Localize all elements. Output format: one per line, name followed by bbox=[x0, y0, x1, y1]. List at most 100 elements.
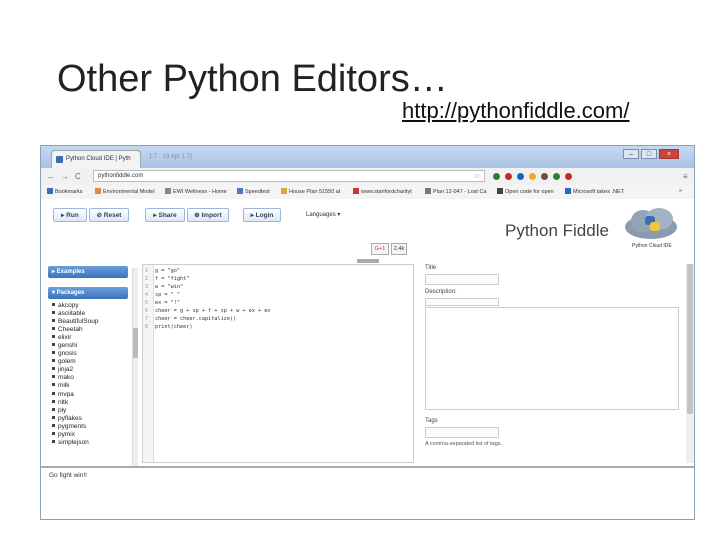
package-item[interactable]: gnosis bbox=[52, 350, 128, 358]
python-cloud-logo-icon bbox=[625, 208, 677, 239]
line-number: 3 bbox=[145, 284, 149, 290]
close-window-button[interactable]: × bbox=[659, 149, 679, 159]
extension-icon[interactable] bbox=[529, 173, 536, 180]
bookmark-item[interactable]: House Plan 51550 at bbox=[281, 188, 340, 195]
bookmark-item[interactable]: Microsoft takes .NET bbox=[565, 188, 624, 195]
bookmark-icon bbox=[165, 188, 171, 194]
back-arrow-icon[interactable]: ← bbox=[47, 172, 55, 181]
bookmark-icon bbox=[425, 188, 431, 194]
examples-accordion[interactable]: ▸ Examples bbox=[48, 266, 128, 278]
import-button[interactable]: ⊕ Import bbox=[187, 208, 229, 222]
bookmark-item[interactable]: Speedtest bbox=[237, 188, 270, 195]
package-item[interactable]: ply bbox=[52, 407, 128, 415]
package-item[interactable]: jinja2 bbox=[52, 366, 128, 374]
browser-tab-bar: Python Cloud IDE | Pyth × 1:7 · 19 Apr 1… bbox=[41, 146, 694, 168]
bookmark-icon bbox=[281, 188, 287, 194]
package-item[interactable]: BeautifulSoup bbox=[52, 318, 128, 326]
bullet-icon bbox=[52, 407, 55, 411]
package-item[interactable]: akcopy bbox=[52, 302, 128, 310]
package-item[interactable]: milk bbox=[52, 382, 128, 390]
page-scrollbar[interactable] bbox=[686, 264, 694, 463]
share-button[interactable]: ▸ Share bbox=[145, 208, 185, 222]
extension-icon[interactable] bbox=[505, 173, 512, 180]
package-item[interactable]: pygments bbox=[52, 423, 128, 431]
editor-resize-handle[interactable] bbox=[357, 259, 379, 263]
code-line: ex = "!" bbox=[155, 300, 180, 306]
bullet-icon bbox=[52, 423, 55, 427]
extension-icon[interactable] bbox=[493, 173, 500, 180]
bookmark-item[interactable]: Environmental Model bbox=[95, 188, 155, 195]
bookmark-star-icon[interactable]: ☆ bbox=[474, 172, 480, 180]
package-item[interactable]: Cheetah bbox=[52, 326, 128, 334]
bookmark-item[interactable]: Bookmarks bbox=[47, 188, 83, 195]
description-label: Description: bbox=[425, 289, 457, 295]
extension-icon[interactable] bbox=[541, 173, 548, 180]
languages-dropdown[interactable]: Languages ▾ bbox=[306, 211, 340, 218]
url-input[interactable]: pythonfiddle.com ☆ bbox=[93, 170, 485, 182]
package-item[interactable]: golem bbox=[52, 358, 128, 366]
bookmarks-overflow-icon[interactable]: » bbox=[679, 188, 682, 194]
background-tab-text: 1:7 · 19 Apr 1:7) bbox=[149, 154, 193, 160]
google-plus-button[interactable]: G+1 bbox=[371, 243, 389, 255]
line-number: 7 bbox=[145, 316, 149, 322]
description-textarea[interactable] bbox=[425, 307, 679, 410]
python-cloud-ide-caption: Python Cloud IDE bbox=[632, 243, 672, 249]
login-button[interactable]: ▸ Login bbox=[243, 208, 281, 222]
extension-icon[interactable] bbox=[517, 173, 524, 180]
tags-label: Tags bbox=[425, 418, 438, 424]
extension-icon[interactable] bbox=[565, 173, 572, 180]
package-item[interactable]: nltk bbox=[52, 399, 128, 407]
reset-button[interactable]: ⊘ Reset bbox=[89, 208, 129, 222]
package-item[interactable]: simplejson bbox=[52, 439, 128, 447]
url-text: pythonfiddle.com bbox=[98, 173, 144, 179]
bookmark-icon bbox=[497, 188, 503, 194]
package-item[interactable]: pyflakes bbox=[52, 415, 128, 423]
forward-arrow-icon[interactable]: → bbox=[61, 172, 69, 181]
bookmark-item[interactable]: EWI Wellness - Home bbox=[165, 188, 227, 195]
console-output: Go fight win!! bbox=[49, 472, 87, 479]
maximize-button[interactable]: □ bbox=[641, 149, 657, 159]
line-number: 2 bbox=[145, 276, 149, 282]
title-input[interactable] bbox=[425, 274, 499, 285]
run-button[interactable]: ▸ Run bbox=[53, 208, 87, 222]
code-line: cheer = cheer.capitalize() bbox=[155, 316, 237, 322]
bookmark-item[interactable]: www.stanfordcharityt bbox=[353, 188, 412, 195]
reload-icon[interactable]: C bbox=[75, 172, 81, 181]
bookmark-item[interactable]: Plan 12-047 - Lost Ca bbox=[425, 188, 487, 195]
tags-input[interactable] bbox=[425, 427, 499, 438]
package-item[interactable]: pymix bbox=[52, 431, 128, 439]
sidebar-scrollbar[interactable] bbox=[132, 268, 138, 466]
output-console: Go fight win!! bbox=[41, 466, 694, 519]
page-scroll-thumb[interactable] bbox=[687, 264, 693, 414]
tab-close-icon[interactable]: × bbox=[140, 154, 141, 161]
packages-accordion[interactable]: ▾ Packages bbox=[48, 287, 128, 299]
package-item[interactable]: genshi bbox=[52, 342, 128, 350]
title-label: Title bbox=[425, 265, 437, 271]
browser-tab[interactable]: Python Cloud IDE | Pyth × bbox=[51, 150, 141, 168]
extension-icon[interactable] bbox=[553, 173, 560, 180]
bullet-icon bbox=[52, 351, 55, 355]
app-header: ▸ Run ⊘ Reset ▸ Share ⊕ Import ▸ Login L… bbox=[41, 199, 694, 259]
package-item[interactable]: elixir bbox=[52, 334, 128, 342]
bullet-icon bbox=[52, 319, 55, 323]
line-number: 1 bbox=[145, 268, 149, 274]
package-item[interactable]: mvpa bbox=[52, 391, 128, 399]
sidebar-scroll-thumb[interactable] bbox=[133, 328, 138, 358]
code-line: g = "go" bbox=[155, 268, 180, 274]
code-line: sp = " " bbox=[155, 292, 180, 298]
slide-title: Other Python Editors… bbox=[57, 58, 448, 100]
code-editor[interactable]: 1 g = "go" 2 f = "fight" 3 w = "win" 4 sp = " "… bbox=[142, 264, 414, 463]
bookmarks-bar: Bookmarks Environmental Model EWI Wellne… bbox=[41, 185, 694, 200]
packages-list: akcopy asciitable BeautifulSoup Cheetah elix… bbox=[52, 302, 128, 447]
bookmark-item[interactable]: Open code for open bbox=[497, 188, 554, 195]
python-fiddle-favicon-icon bbox=[56, 156, 63, 163]
google-plus-count: 2.4k bbox=[391, 243, 407, 255]
bullet-icon bbox=[52, 431, 55, 435]
bookmark-icon bbox=[237, 188, 243, 194]
package-item[interactable]: asciitable bbox=[52, 310, 128, 318]
slide-url-link[interactable]: http://pythonfiddle.com/ bbox=[402, 98, 629, 124]
minimize-button[interactable]: – bbox=[623, 149, 639, 159]
line-number: 8 bbox=[145, 324, 149, 330]
package-item[interactable]: mako bbox=[52, 374, 128, 382]
browser-menu-icon[interactable]: ≡ bbox=[683, 172, 688, 181]
